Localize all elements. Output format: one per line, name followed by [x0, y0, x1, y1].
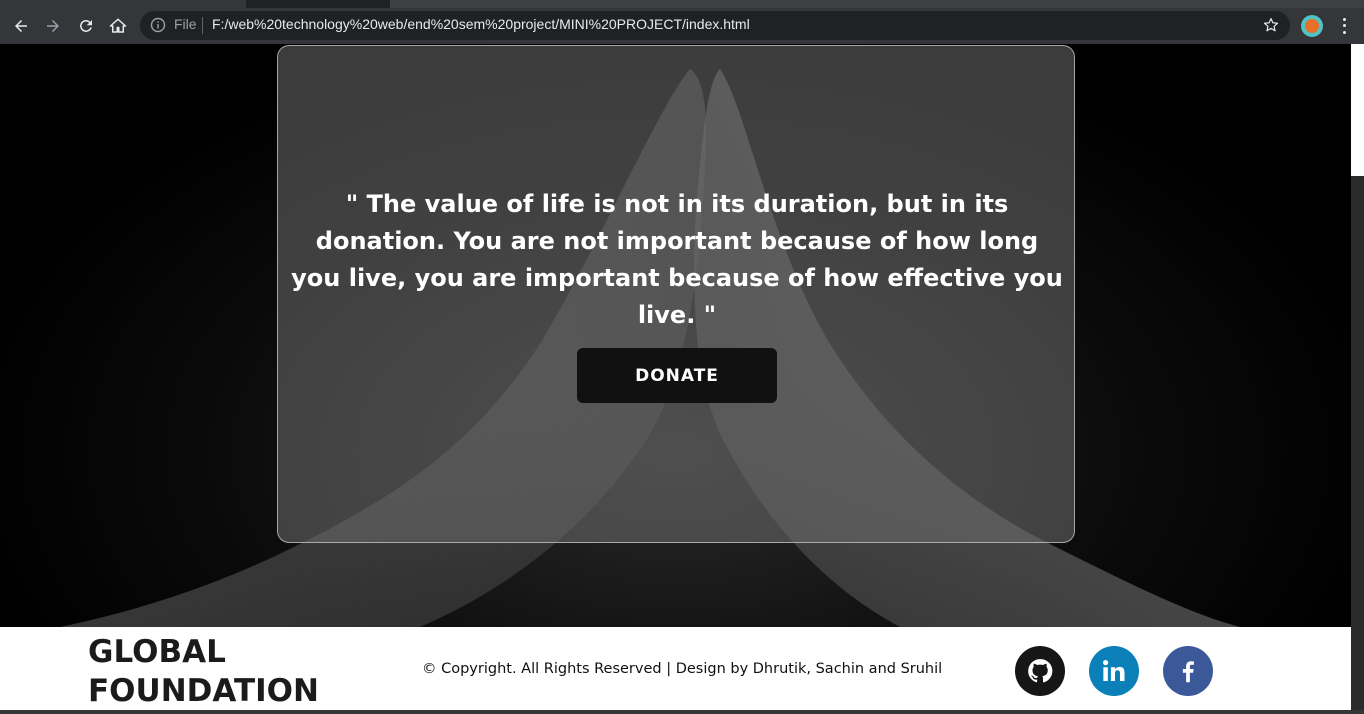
facebook-icon [1182, 661, 1194, 683]
brand-line-1: GLOBAL [88, 634, 226, 670]
footer: GLOBAL FOUNDATION © Copyright. All Right… [0, 627, 1351, 710]
linkedin-link[interactable] [1089, 646, 1139, 696]
reload-icon[interactable] [74, 14, 98, 38]
info-icon[interactable] [150, 17, 166, 33]
browser-toolbar: File F:/web%20technology%20web/end%20sem… [0, 8, 1364, 44]
active-tab[interactable] [0, 0, 246, 8]
file-scheme-label: File [174, 16, 197, 32]
brand-logo-text: GLOBAL FOUNDATION [88, 633, 319, 710]
github-icon [1028, 659, 1053, 683]
brand-line-2: FOUNDATION [88, 673, 319, 709]
donate-button[interactable]: DONATE [577, 348, 777, 403]
page-scrollbar[interactable] [1351, 44, 1364, 710]
basketball-icon [1305, 19, 1319, 33]
omnibox-divider [202, 17, 203, 34]
linkedin-icon [1103, 660, 1125, 681]
back-icon[interactable] [9, 14, 33, 38]
url-text[interactable]: F:/web%20technology%20web/end%20sem%20pr… [212, 16, 750, 32]
quote-card: " The value of life is not in its durati… [277, 45, 1075, 543]
facebook-link[interactable] [1163, 646, 1213, 696]
inactive-tab[interactable] [390, 0, 1364, 8]
github-link[interactable] [1015, 646, 1065, 696]
home-icon[interactable] [106, 14, 130, 38]
tab-strip [0, 0, 1364, 8]
scroll-thumb[interactable] [1351, 44, 1364, 176]
profile-avatar[interactable] [1301, 15, 1323, 37]
copyright-text: © Copyright. All Rights Reserved | Desig… [422, 661, 943, 677]
browser-chrome: File F:/web%20technology%20web/end%20sem… [0, 0, 1364, 44]
address-bar[interactable]: File F:/web%20technology%20web/end%20sem… [140, 11, 1290, 40]
star-icon[interactable] [1262, 16, 1280, 34]
hero-section: " The value of life is not in its durati… [0, 44, 1351, 627]
menu-icon[interactable] [1336, 16, 1352, 36]
window-bottom-edge [0, 710, 1364, 714]
forward-icon[interactable] [41, 14, 65, 38]
page-viewport: " The value of life is not in its durati… [0, 44, 1351, 710]
donation-quote: " The value of life is not in its durati… [291, 190, 1063, 329]
